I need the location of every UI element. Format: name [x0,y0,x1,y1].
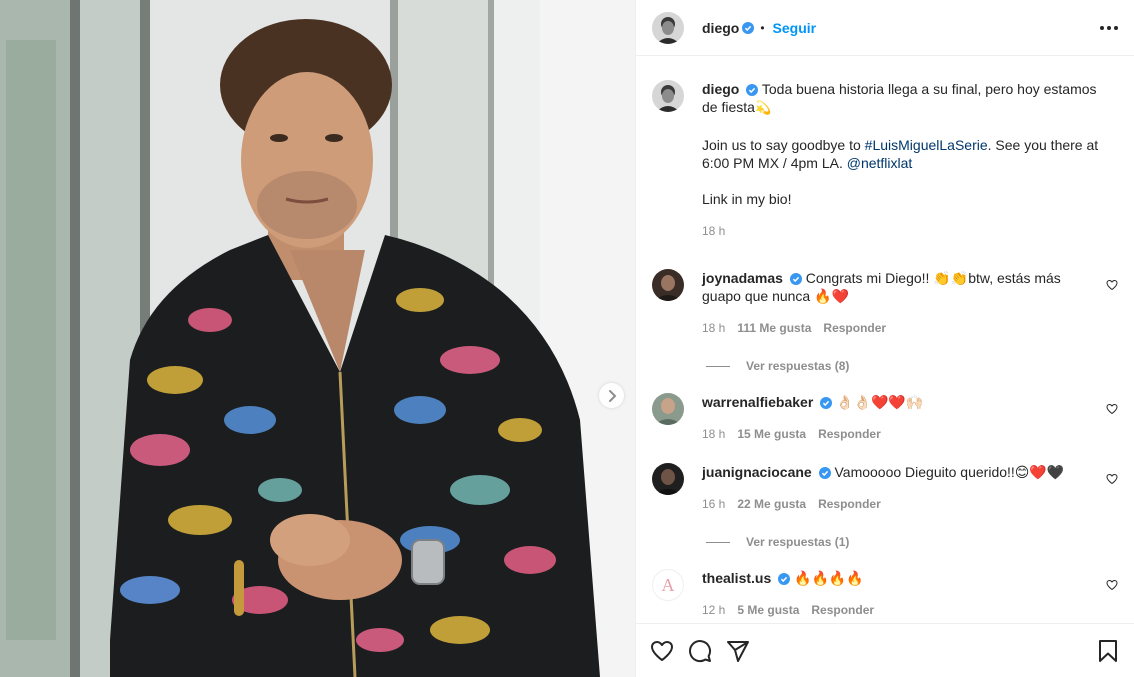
comment-likes[interactable]: 111 Me gusta [737,319,811,337]
more-options-icon[interactable] [1100,25,1118,30]
comments-list[interactable]: diego Toda buena historia llega a su fin… [636,56,1134,623]
view-replies-button[interactable]: Ver respuestas (1) [706,535,1118,549]
comment-heart-icon[interactable] [1106,279,1118,291]
verified-badge-icon [789,273,802,285]
share-icon[interactable] [726,639,750,663]
verified-badge-icon [820,397,833,409]
post-media[interactable] [0,0,635,677]
comment-avatar[interactable] [652,393,684,425]
reply-button[interactable]: Responder [811,601,874,619]
post-photo [0,0,635,677]
comment-likes[interactable]: 22 Me gusta [737,495,806,513]
chevron-right-icon [608,389,616,402]
comment-text: 🔥🔥🔥🔥 [794,570,864,586]
view-replies-label: Ver respuestas (8) [746,359,850,373]
avatar-letter: A [661,574,675,595]
caption-username[interactable]: diego [702,81,739,97]
comment-time[interactable]: 16 h [702,495,725,513]
caption-time[interactable]: 18 h [702,222,725,240]
comment-avatar-image [652,269,684,301]
comment-avatar[interactable] [652,463,684,495]
author-username[interactable]: diego [702,20,739,36]
comment-avatar[interactable]: A [652,569,684,601]
view-replies-button[interactable]: Ver respuestas (8) [706,359,1118,373]
author-avatar[interactable] [652,11,684,44]
comment-item: A thealist.us 🔥🔥🔥🔥 12 h 5 Me gusta Respo… [652,569,1118,619]
caption: diego Toda buena historia llega a su fin… [652,56,1118,240]
caption-text-para2a: Join us to say goodbye to [702,137,865,153]
view-replies-label: Ver respuestas (1) [746,535,850,549]
instagram-post: diego • Seguir diego Toda buena historia… [0,0,1134,677]
verified-badge-icon [818,467,831,479]
comment-text: 👌🏻👌🏻❤️❤️🙌🏻 [836,394,924,410]
reply-button[interactable]: Responder [818,495,881,513]
separator-dot: • [760,20,765,35]
comment-heart-icon[interactable] [1106,403,1118,415]
caption-text-para3: Link in my bio! [702,191,792,207]
post-panel: diego • Seguir diego Toda buena historia… [635,0,1134,677]
verified-badge-icon [742,21,755,34]
comment-avatar[interactable] [652,269,684,301]
reply-button[interactable]: Responder [823,319,886,337]
comment-time[interactable]: 18 h [702,319,725,337]
comment-text: Vamooooo Dieguito querido!!😊❤️🖤 [834,464,1065,480]
post-header: diego • Seguir [636,0,1134,56]
comment-icon[interactable] [688,639,712,663]
author-avatar-image [652,11,684,44]
comment-username[interactable]: warrenalfiebaker [702,394,813,410]
caption-avatar-image [652,80,684,112]
comment-item: juanignaciocane Vamooooo Dieguito querid… [652,463,1118,513]
comment-time[interactable]: 12 h [702,601,725,619]
comment-item: joynadamas Congrats mi Diego!! 👏👏btw, es… [652,269,1118,337]
comment-avatar-image [652,393,684,425]
replies-line [706,541,730,543]
caption-emoji: 💫 [754,101,772,116]
comment-username[interactable]: joynadamas [702,270,783,286]
post-actions [636,623,1134,677]
caption-avatar[interactable] [652,80,684,112]
comment-heart-icon[interactable] [1106,473,1118,485]
comment-heart-icon[interactable] [1106,579,1118,591]
bookmark-icon[interactable] [1096,639,1120,663]
verified-badge-icon [778,573,791,585]
heart-icon[interactable] [650,639,674,663]
comment-likes[interactable]: 5 Me gusta [737,601,799,619]
follow-button[interactable]: Seguir [773,20,817,36]
comment-avatar-image [652,463,684,495]
comment-username[interactable]: thealist.us [702,570,771,586]
comment-username[interactable]: juanignaciocane [702,464,812,480]
reply-button[interactable]: Responder [818,425,881,443]
next-image-button[interactable] [599,383,624,408]
comment-item: warrenalfiebaker 👌🏻👌🏻❤️❤️🙌🏻 18 h 15 Me g… [652,393,1118,443]
comment-time[interactable]: 18 h [702,425,725,443]
hashtag-link[interactable]: #LuisMiguelLaSerie [865,137,988,153]
replies-line [706,365,730,367]
mention-link[interactable]: @netflixlat [847,155,913,171]
comment-likes[interactable]: 15 Me gusta [737,425,806,443]
verified-badge-icon [746,84,759,96]
